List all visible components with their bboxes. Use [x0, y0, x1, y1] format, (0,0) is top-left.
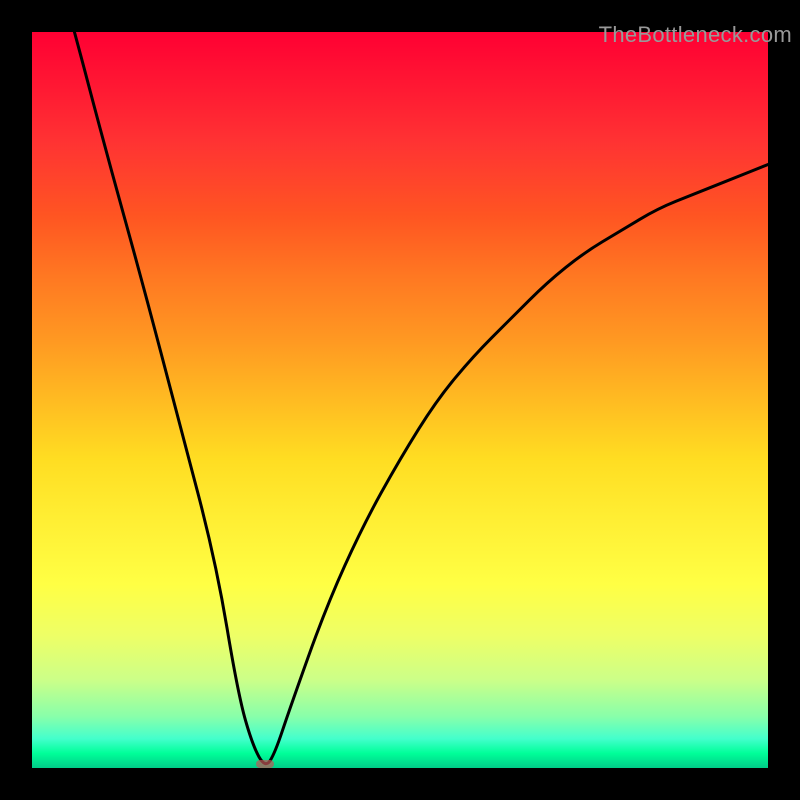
watermark-text: TheBottleneck.com — [599, 22, 792, 48]
bottleneck-chart — [32, 32, 768, 768]
curve-svg — [32, 32, 768, 768]
optimum-marker — [256, 760, 274, 768]
bottleneck-curve-line — [32, 32, 768, 764]
